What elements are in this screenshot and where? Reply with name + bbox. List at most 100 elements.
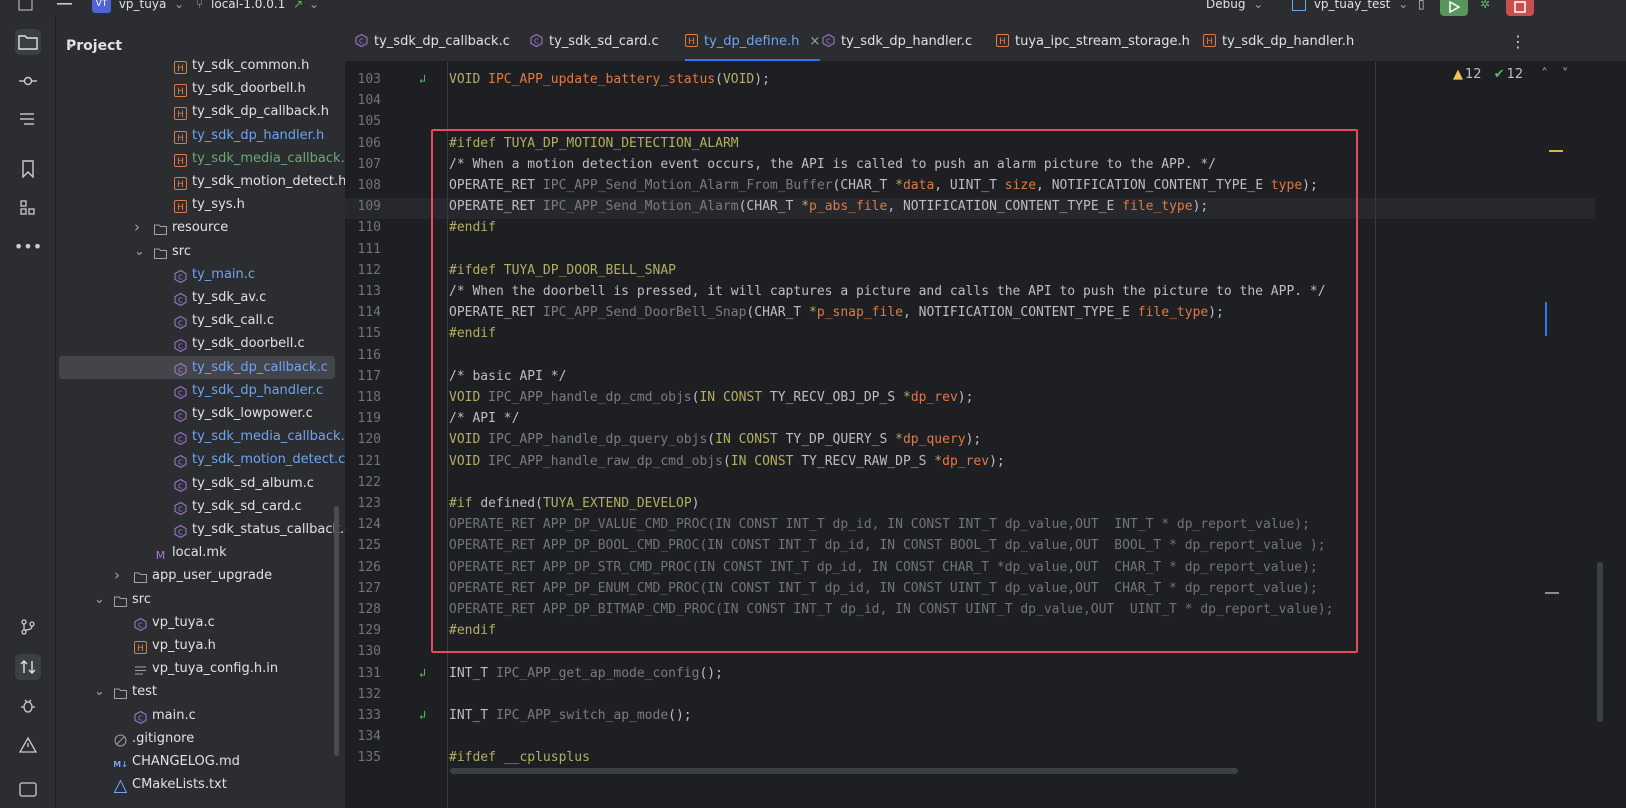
svg-text:H: H [1206, 37, 1213, 47]
svg-text:C: C [178, 320, 183, 328]
tree-file[interactable]: Cty_sdk_dp_handler.c [56, 379, 336, 402]
tree-file[interactable]: Hty_sdk_media_callback.h [56, 147, 353, 170]
tree-file[interactable]: Hty_sdk_dp_handler.h [56, 124, 336, 147]
tree-file[interactable]: Cty_sdk_sd_album.c [56, 472, 336, 495]
code-editor[interactable]: 103 ↲ VOID IPC_APP_update_battery_status(V… [345, 62, 1626, 808]
tree-file[interactable]: Cty_sdk_motion_detect.c [56, 448, 345, 471]
makefile-file-icon: M [154, 546, 167, 562]
tree-file[interactable]: Cty_sdk_doorbell.c [56, 332, 336, 355]
tree-file[interactable]: Hty_sdk_doorbell.h [56, 77, 336, 100]
implementation-gutter-icon[interactable]: ↲ [419, 666, 426, 680]
more-vertical-icon[interactable]: ⋮ [1510, 32, 1526, 51]
main-menu-icon[interactable] [56, 0, 74, 13]
vcs-update-tool-button[interactable] [15, 654, 41, 680]
project-tool-button[interactable] [15, 29, 41, 55]
structure-tool-button[interactable] [15, 107, 41, 133]
tree-file[interactable]: Hty_sdk_motion_detect.h [56, 170, 346, 193]
warning-stripe-marker[interactable] [1549, 150, 1563, 152]
change-marker[interactable] [1545, 302, 1547, 336]
run-button[interactable] [1440, 0, 1468, 16]
tree-item-label: main.c [152, 707, 196, 723]
terminal-tool-button[interactable] [15, 776, 41, 802]
build-config-selector[interactable]: Debug ⌄ [1206, 0, 1263, 11]
code-line[interactable]: #ifdef __cplusplus [449, 750, 590, 765]
line-number: 112 [357, 262, 381, 278]
tree-file[interactable]: vp_tuya_config.h.in [56, 657, 336, 680]
editor-tab[interactable]: Htuya_ipc_stream_storage.h [996, 16, 1190, 61]
line-number: 118 [357, 390, 381, 405]
header-file-icon: H [174, 175, 187, 190]
svg-text:M↓: M↓ [114, 760, 127, 769]
tree-folder[interactable]: › app_user_upgrade [56, 564, 336, 587]
chevron-down-icon[interactable]: ⌄ [94, 588, 105, 611]
build-hammer-icon[interactable]: ▯ [1418, 0, 1425, 11]
bookmarks-tool-button[interactable] [15, 156, 41, 182]
chevron-down-icon[interactable]: ˅ [1562, 67, 1569, 82]
code-token: INT_T [449, 665, 496, 681]
debug-bug-icon[interactable]: ✲ [1480, 0, 1490, 11]
tree-file[interactable]: Hvp_tuya.h [56, 634, 336, 657]
tree-file[interactable]: Hty_sdk_common.h [56, 54, 336, 77]
tree-file[interactable]: M↓ CHANGELOG.md [56, 750, 336, 773]
svg-text:C: C [178, 366, 183, 374]
tree-file[interactable]: CMakeLists.txt [56, 773, 336, 796]
tree-file[interactable]: Cmain.c [56, 704, 336, 727]
stop-button[interactable] [1506, 0, 1534, 16]
tree-file[interactable]: Hty_sdk_dp_callback.h [56, 100, 336, 123]
run-config-selector[interactable]: vp_tuay_test ⌄ [1292, 0, 1408, 11]
more-tools-button[interactable]: ••• [14, 233, 42, 259]
tree-file[interactable]: Mlocal.mk [56, 541, 336, 564]
tree-folder[interactable]: ⌄ test [56, 680, 336, 703]
branch-selector[interactable]: ⑂ local-1.0.0.1 ↗ ⌄ [196, 0, 319, 11]
chevron-down-icon[interactable]: ⌄ [134, 240, 145, 263]
project-switcher[interactable]: VT vp_tuya ⌄ [92, 0, 184, 13]
inspection-widget[interactable]: ▲ 12 ✔ 12 ˄ ˅ [1453, 67, 1568, 82]
git-tool-button[interactable] [15, 614, 41, 640]
chevron-up-icon[interactable]: ˄ [1541, 67, 1548, 82]
close-icon[interactable]: × [809, 34, 820, 49]
tree-file[interactable]: Cvp_tuya.c [56, 611, 336, 634]
project-scrollbar[interactable] [334, 506, 339, 756]
tree-file[interactable]: Cty_sdk_av.c [56, 286, 336, 309]
svg-text:H: H [177, 157, 184, 167]
implementation-gutter-icon[interactable]: ↲ [419, 708, 426, 722]
tree-folder[interactable]: › resource [56, 216, 336, 239]
tree-item-label: ty_sdk_media_callback.c [192, 429, 352, 445]
implementation-gutter-icon[interactable]: ↲ [419, 72, 426, 86]
tree-folder[interactable]: ⌄ src [56, 240, 336, 263]
tree-file[interactable]: .gitignore [56, 727, 336, 750]
tree-file[interactable]: Cty_sdk_media_callback.c [56, 425, 352, 448]
vertical-scrollbar[interactable] [1597, 562, 1603, 722]
debug-tool-button[interactable] [15, 693, 41, 719]
code-line[interactable]: VOID IPC_APP_update_battery_status(VOID)… [449, 72, 770, 87]
tree-file[interactable]: Cty_sdk_sd_card.c [56, 495, 336, 518]
tree-folder[interactable]: ⌄ src [56, 588, 336, 611]
line-number: 117 [357, 368, 381, 384]
tree-file[interactable]: Cty_main.c [56, 263, 336, 286]
editor-tab[interactable]: Cty_sdk_dp_handler.c [822, 16, 972, 61]
commit-tool-button[interactable] [15, 68, 41, 94]
editor-tab[interactable]: Hty_dp_define.h × [685, 16, 821, 61]
chevron-down-icon[interactable]: ⌄ [94, 680, 105, 703]
editor-tab[interactable]: Cty_sdk_dp_callback.c [355, 16, 510, 61]
tree-file[interactable]: Cty_sdk_dp_callback.c [59, 355, 335, 379]
tree-file[interactable]: Cty_sdk_status_callback.c [56, 518, 351, 541]
line-number: 135 [357, 750, 381, 766]
svg-text:C: C [178, 505, 183, 513]
chevron-right-icon[interactable]: › [114, 564, 120, 587]
project-panel-header[interactable]: Project ⌄ [56, 30, 345, 56]
editor-tab[interactable]: Hty_sdk_dp_handler.h [1203, 16, 1354, 61]
plugins-tool-button[interactable] [15, 195, 41, 221]
chevron-right-icon[interactable]: › [134, 216, 140, 239]
horizontal-scrollbar[interactable] [450, 768, 1238, 774]
editor-tab[interactable]: Cty_sdk_sd_card.c [530, 16, 659, 61]
scroll-position-marker[interactable] [1545, 592, 1559, 594]
warning-triangle-icon [19, 736, 37, 753]
problems-tool-button[interactable] [15, 732, 41, 758]
tree-file[interactable]: Cty_sdk_lowpower.c [56, 402, 336, 425]
tree-file[interactable]: Hty_sys.h [56, 193, 336, 216]
svg-text:C: C [534, 38, 539, 46]
code-line[interactable]: INT_T IPC_APP_switch_ap_mode(); [449, 708, 692, 723]
tree-file[interactable]: Cty_sdk_call.c [56, 309, 336, 332]
code-line[interactable]: INT_T IPC_APP_get_ap_mode_config(); [449, 666, 723, 681]
